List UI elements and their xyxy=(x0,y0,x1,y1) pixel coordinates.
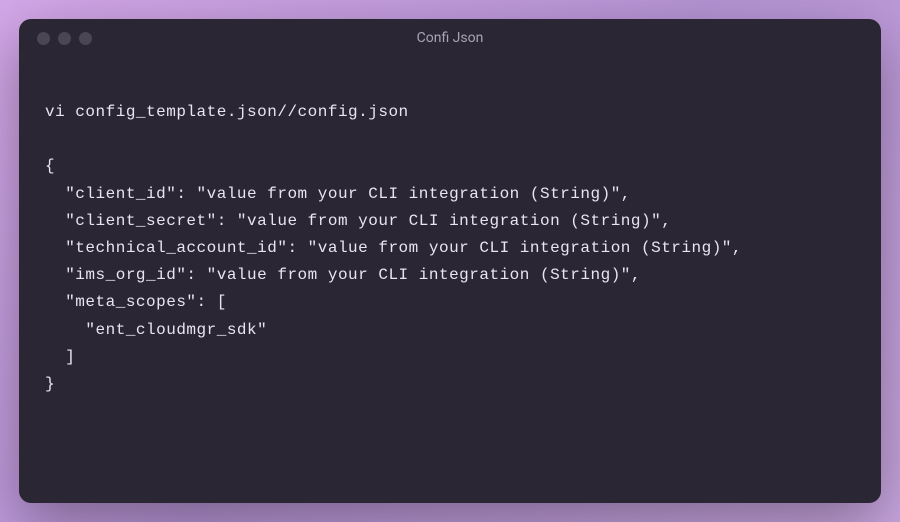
traffic-lights xyxy=(37,32,92,45)
close-icon[interactable] xyxy=(37,32,50,45)
maximize-icon[interactable] xyxy=(79,32,92,45)
terminal-window: Confi Json vi config_template.json//conf… xyxy=(19,19,881,503)
minimize-icon[interactable] xyxy=(58,32,71,45)
terminal-content[interactable]: vi config_template.json//config.json { "… xyxy=(19,57,881,503)
window-title: Confi Json xyxy=(19,30,881,46)
titlebar: Confi Json xyxy=(19,19,881,57)
